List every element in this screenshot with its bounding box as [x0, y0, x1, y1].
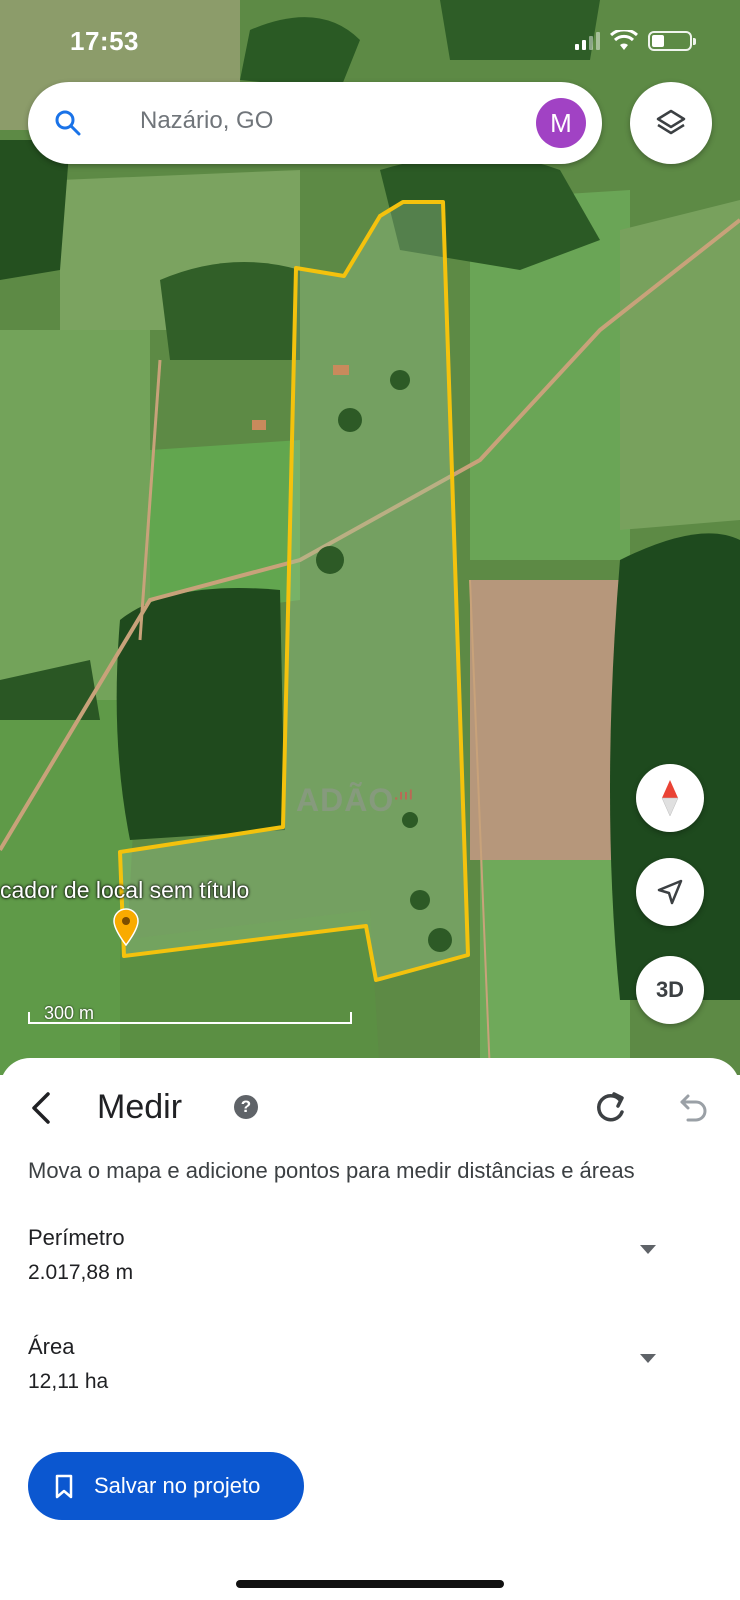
my-location-button[interactable]: [636, 858, 704, 926]
wifi-icon: [610, 30, 638, 50]
compass-button[interactable]: [636, 764, 704, 832]
layers-button[interactable]: [630, 82, 712, 164]
area-value: 12,11 ha: [28, 1370, 109, 1393]
perimeter-value: 2.017,88 m: [28, 1261, 134, 1284]
satellite-map[interactable]: 17:53 Nazário, GO M ADÃO.ııl cador de lo: [0, 0, 740, 1075]
save-button-label: Salvar no projeto: [94, 1473, 261, 1498]
sheet-title: Medir: [97, 1088, 183, 1126]
watermark: ADÃO.ııl: [296, 782, 414, 818]
redo-icon[interactable]: [590, 1088, 630, 1128]
help-icon[interactable]: ?: [234, 1095, 258, 1119]
instructions-text: Mova o mapa e adicione pontos para medir…: [28, 1158, 635, 1183]
perimeter-label: Perímetro: [28, 1225, 125, 1250]
signal-icon: [575, 32, 600, 50]
scale-bar: [28, 1012, 352, 1024]
search-icon[interactable]: [54, 109, 82, 137]
layers-icon: [656, 109, 686, 135]
search-input[interactable]: Nazário, GO: [140, 107, 273, 135]
avatar[interactable]: M: [536, 98, 586, 148]
save-to-project-button[interactable]: Salvar no projeto: [28, 1452, 304, 1520]
navigation-arrow-icon: [657, 879, 683, 905]
3d-button[interactable]: 3D: [636, 956, 704, 1024]
compass-icon: [661, 780, 679, 817]
battery-icon: [648, 31, 696, 51]
area-dropdown-icon[interactable]: [640, 1354, 656, 1363]
search-bar[interactable]: Nazário, GO M: [28, 82, 602, 164]
status-bar: 17:53: [0, 0, 740, 80]
status-icons: [575, 30, 696, 52]
back-arrow-icon[interactable]: [20, 1086, 64, 1130]
undo-icon[interactable]: [672, 1088, 712, 1128]
pin-label: cador de local sem título: [0, 877, 250, 903]
bookmark-icon: [55, 1474, 73, 1499]
area-row[interactable]: Área 12,11 ha: [28, 1334, 708, 1404]
measure-sheet: Medir ? Mova o mapa e adicione pontos pa…: [0, 1058, 740, 1600]
status-time: 17:53: [70, 26, 139, 56]
perimeter-dropdown-icon[interactable]: [640, 1245, 656, 1254]
area-label: Área: [28, 1334, 75, 1359]
home-indicator[interactable]: [236, 1580, 504, 1588]
perimeter-row[interactable]: Perímetro 2.017,88 m: [28, 1225, 708, 1295]
map-pin-icon[interactable]: [112, 908, 140, 946]
